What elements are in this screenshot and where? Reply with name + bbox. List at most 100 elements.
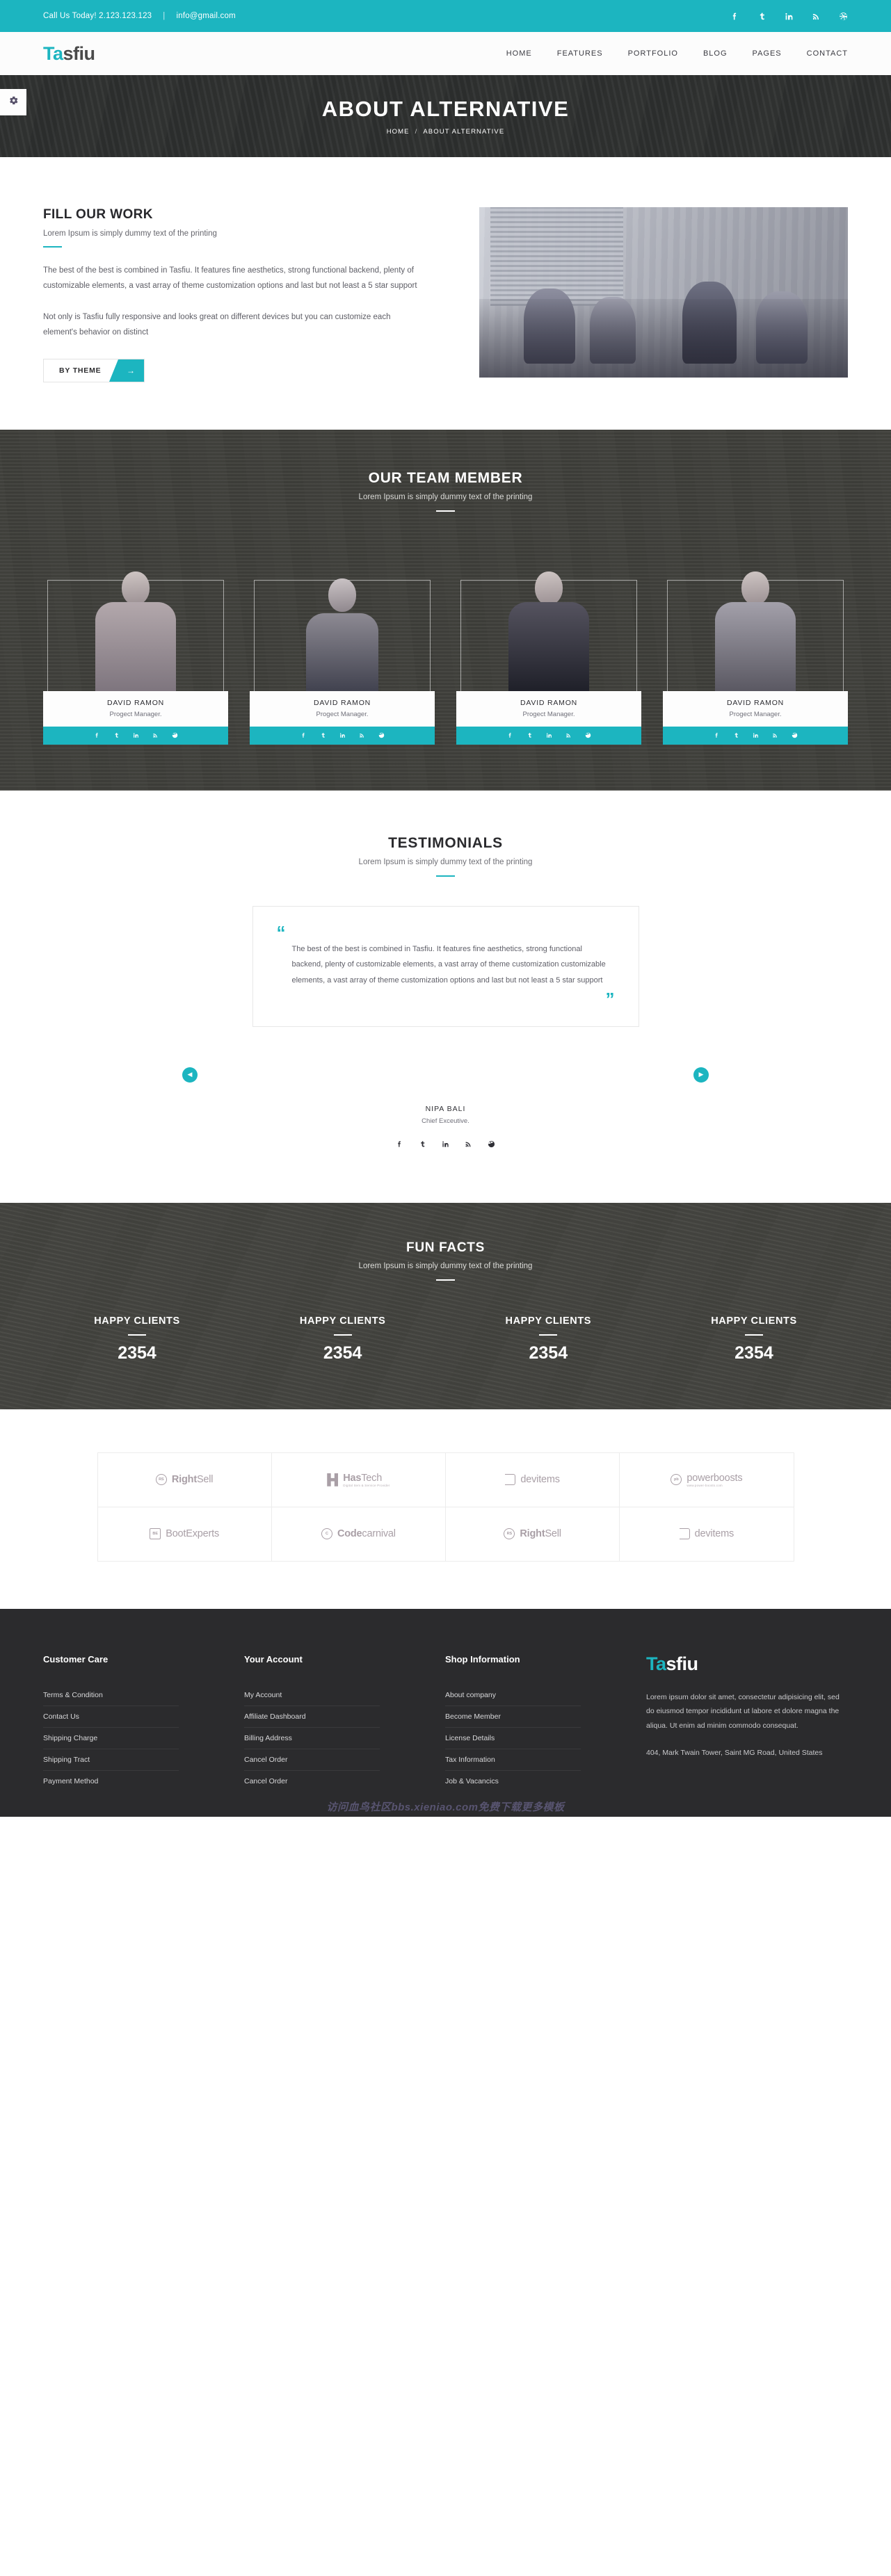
avatar[interactable]: [392, 1060, 422, 1089]
twitter-icon[interactable]: [419, 1139, 426, 1151]
footer-link[interactable]: Affiliate Dashboard: [244, 1706, 380, 1728]
footer-link[interactable]: My Account: [244, 1685, 380, 1706]
twitter-icon[interactable]: [527, 729, 533, 742]
dribbble-icon[interactable]: [585, 729, 591, 742]
footer-link[interactable]: Become Member: [445, 1706, 581, 1728]
twitter-icon[interactable]: [757, 12, 766, 21]
team-card-info: DAVID RAMON Progect Manager.: [663, 690, 848, 727]
facebook-icon[interactable]: [730, 12, 739, 21]
nav-item-features[interactable]: FEATURES: [557, 49, 603, 58]
dribbble-icon[interactable]: [172, 729, 178, 742]
avatar[interactable]: [426, 1055, 466, 1095]
team-heading: OUR TEAM MEMBER Lorem Ipsum is simply du…: [43, 470, 848, 512]
facebook-icon[interactable]: [714, 729, 720, 742]
page-root: Call Us Today! 2.123.123.123 | info@gmai…: [0, 0, 891, 1817]
top-bar: Call Us Today! 2.123.123.123 | info@gmai…: [0, 0, 891, 32]
avatar[interactable]: [470, 1060, 499, 1089]
footer-columns: Customer Care Terms & Condition Contact …: [43, 1653, 848, 1792]
dribbble-icon[interactable]: [839, 12, 848, 21]
footer-logo[interactable]: Tasfiu: [646, 1653, 848, 1675]
nav-item-home[interactable]: HOME: [506, 49, 532, 58]
fun-fact-label: HAPPY CLIENTS: [94, 1315, 180, 1327]
team-member-role: Progect Manager.: [522, 710, 575, 718]
footer-link[interactable]: Payment Method: [43, 1771, 179, 1792]
twitter-icon[interactable]: [113, 729, 120, 742]
team-card[interactable]: DAVID RAMON Progect Manager.: [250, 544, 435, 745]
bootexperts-logo: BE BootExperts: [150, 1528, 219, 1540]
linkedin-icon[interactable]: [785, 12, 794, 21]
footer-link[interactable]: Shipping Tract: [43, 1749, 179, 1771]
dribbble-icon[interactable]: [792, 729, 798, 742]
footer-link[interactable]: License Details: [445, 1728, 581, 1749]
client-logo-cell[interactable]: RS RightSell: [446, 1507, 620, 1562]
twitter-icon[interactable]: [320, 729, 326, 742]
footer-link[interactable]: Billing Address: [244, 1728, 380, 1749]
fill-text-column: FILL OUR WORK Lorem Ipsum is simply dumm…: [43, 207, 419, 382]
team-person-figure: [709, 569, 801, 691]
fun-fact-item: HAPPY CLIENTS 2354: [660, 1315, 848, 1363]
site-logo[interactable]: Tasfiu: [43, 43, 95, 65]
team-card[interactable]: DAVID RAMON Progect Manager.: [663, 544, 848, 745]
footer-column-your-account: Your Account My Account Affiliate Dashbo…: [244, 1653, 380, 1792]
fun-fact-divider: [333, 1334, 352, 1336]
footer-link[interactable]: Job & Vacancics: [445, 1771, 581, 1792]
client-logo-cell[interactable]: HasTech Digital Item & Service Provider: [271, 1452, 446, 1507]
footer-link[interactable]: Cancel Order: [244, 1749, 380, 1771]
footer-link[interactable]: Cancel Order: [244, 1771, 380, 1792]
dribbble-icon[interactable]: [378, 729, 385, 742]
settings-panel-toggle[interactable]: [0, 89, 26, 115]
fill-title: FILL OUR WORK: [43, 207, 153, 222]
client-logo-cell[interactable]: C Codecarnival: [271, 1507, 446, 1562]
team-photo: [456, 544, 641, 691]
facebook-icon[interactable]: [507, 729, 513, 742]
twitter-icon[interactable]: [733, 729, 739, 742]
facebook-icon[interactable]: [94, 729, 100, 742]
linkedin-icon[interactable]: [753, 729, 759, 742]
testimonial-card: “ The best of the best is combined in Ta…: [252, 905, 639, 1027]
footer-link[interactable]: Shipping Charge: [43, 1728, 179, 1749]
client-logo-cell[interactable]: devitems: [620, 1507, 794, 1562]
rss-icon[interactable]: [565, 729, 572, 742]
by-theme-button[interactable]: BY THEME →: [43, 358, 145, 382]
footer-link[interactable]: Tax Information: [445, 1749, 581, 1771]
team-card-info: DAVID RAMON Progect Manager.: [250, 690, 435, 727]
nav-item-pages[interactable]: PAGES: [753, 49, 782, 58]
facebook-icon[interactable]: [300, 729, 307, 742]
linkedin-icon[interactable]: [442, 1139, 449, 1151]
dribbble-icon[interactable]: [488, 1139, 495, 1151]
client-name-rest: Tech: [361, 1472, 383, 1484]
client-logo-cell[interactable]: devitems: [446, 1452, 620, 1507]
footer-link[interactable]: Contact Us: [43, 1706, 179, 1728]
team-card[interactable]: DAVID RAMON Progect Manager.: [456, 544, 641, 745]
rss-icon[interactable]: [772, 729, 778, 742]
bootexperts-mark-icon: BE: [150, 1528, 161, 1540]
linkedin-icon[interactable]: [133, 729, 139, 742]
linkedin-icon[interactable]: [546, 729, 552, 742]
rss-icon[interactable]: [152, 729, 159, 742]
breadcrumb-home[interactable]: HOME: [387, 128, 410, 136]
client-name-rest: carnival: [362, 1528, 396, 1540]
footer-link[interactable]: Terms & Condition: [43, 1685, 179, 1706]
linkedin-icon[interactable]: [339, 729, 346, 742]
footer-link[interactable]: About company: [445, 1685, 581, 1706]
facebook-icon[interactable]: [396, 1139, 403, 1151]
client-logo-cell[interactable]: pb powerboosts www.power-boosts.com: [620, 1452, 794, 1507]
nav-item-portfolio[interactable]: PORTFOLIO: [628, 49, 678, 58]
client-logo-cell[interactable]: RS RightSell: [97, 1452, 272, 1507]
client-logo-cell[interactable]: BE BootExperts: [97, 1507, 272, 1562]
topbar-email[interactable]: info@gmail.com: [176, 12, 235, 20]
footer-link-list: About company Become Member License Deta…: [445, 1685, 581, 1792]
rss-icon[interactable]: [812, 12, 821, 21]
topbar-separator: |: [163, 12, 166, 20]
nav-item-blog[interactable]: BLOG: [703, 49, 728, 58]
chevron-right-icon[interactable]: ▶: [693, 1067, 709, 1083]
nav-item-contact[interactable]: CONTACT: [807, 49, 848, 58]
topbar-contact: Call Us Today! 2.123.123.123 | info@gmai…: [43, 12, 236, 20]
fill-image: [479, 207, 848, 378]
rss-icon[interactable]: [465, 1139, 472, 1151]
powerboosts-logo: pb powerboosts www.power-boosts.com: [671, 1473, 743, 1487]
team-card[interactable]: DAVID RAMON Progect Manager.: [43, 544, 228, 745]
chevron-left-icon[interactable]: ◀: [182, 1067, 198, 1083]
fun-fact-label: HAPPY CLIENTS: [711, 1315, 797, 1327]
rss-icon[interactable]: [359, 729, 365, 742]
